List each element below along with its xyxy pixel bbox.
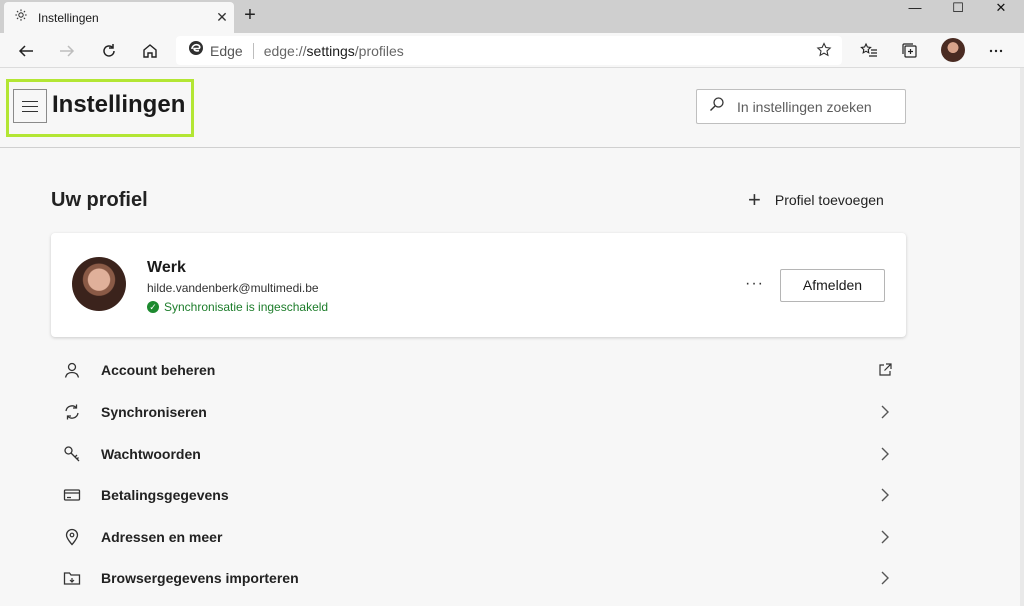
- menu-item-addresses[interactable]: Adressen en meer: [51, 517, 906, 557]
- favorites-button[interactable]: [856, 38, 882, 64]
- key-icon: [61, 443, 83, 465]
- favorite-star-icon[interactable]: [816, 42, 832, 63]
- more-dots-icon: [989, 49, 1003, 53]
- forward-arrow-icon: [60, 45, 75, 57]
- profile-card: Werk hilde.vandenberk@multimedi.be ✓ Syn…: [51, 233, 906, 337]
- menu-item-sync[interactable]: Synchroniseren: [51, 392, 906, 432]
- section-title: Uw profiel: [51, 189, 148, 211]
- settings-header: Instellingen In instellingen zoeken: [0, 68, 1024, 148]
- hamburger-line: [22, 100, 38, 102]
- plus-icon: +: [748, 187, 761, 212]
- home-icon: [143, 44, 157, 58]
- settings-search-input[interactable]: In instellingen zoeken: [696, 89, 906, 124]
- location-pin-icon: [61, 526, 83, 548]
- url-host: settings: [306, 42, 355, 59]
- settings-more-button[interactable]: [983, 38, 1009, 64]
- sync-status-text: Synchronisatie is ingeschakeld: [164, 300, 329, 314]
- menu-item-label: Adressen en meer: [101, 529, 223, 545]
- chevron-right-icon: [876, 403, 894, 421]
- chevron-right-icon: [876, 445, 894, 463]
- tab-settings[interactable]: Instellingen ✕: [4, 2, 234, 33]
- collections-icon: [902, 43, 917, 58]
- add-profile-button[interactable]: + Profiel toevoegen: [748, 187, 884, 212]
- menu-item-label: Wachtwoorden: [101, 446, 201, 462]
- close-window-button[interactable]: ✕: [981, 0, 1021, 16]
- check-circle-icon: ✓: [147, 301, 159, 313]
- maximize-button[interactable]: ☐: [938, 0, 978, 16]
- url-scheme: edge://: [263, 42, 307, 59]
- refresh-icon: [103, 44, 115, 57]
- menu-item-label: Synchroniseren: [101, 404, 207, 420]
- menu-item-label: Account beheren: [101, 362, 216, 378]
- address-url[interactable]: edge://settings/profiles: [264, 43, 404, 59]
- address-brand: Edge: [210, 42, 243, 59]
- tab-strip: Instellingen ✕ + — ☐ ✕: [0, 0, 1024, 33]
- minimize-button[interactable]: —: [895, 0, 935, 16]
- add-profile-label: Profiel toevoegen: [774, 192, 884, 208]
- chevron-right-icon: [876, 486, 894, 504]
- card-icon: [61, 484, 83, 506]
- hamburger-line: [22, 105, 38, 107]
- menu-item-import[interactable]: Browsergegevens importeren: [51, 558, 906, 598]
- menu-item-account[interactable]: Account beheren: [51, 350, 906, 390]
- back-button[interactable]: [13, 38, 39, 64]
- sync-icon: [61, 401, 83, 423]
- collections-button[interactable]: [897, 38, 923, 64]
- hamburger-line: [22, 110, 38, 112]
- new-tab-button[interactable]: +: [240, 4, 260, 28]
- profile-email: hilde.vandenberk@multimedi.be: [147, 281, 319, 295]
- address-bar[interactable]: Edge edge://settings/profiles: [176, 36, 842, 65]
- tab-title: Instellingen: [38, 10, 99, 25]
- avatar: [72, 257, 126, 311]
- sync-status: ✓ Synchronisatie is ingeschakeld: [147, 300, 328, 314]
- favorites-list-icon: [860, 42, 877, 57]
- page-title: Instellingen: [52, 91, 186, 118]
- edge-logo-icon: [188, 40, 204, 61]
- gear-icon: [14, 8, 28, 27]
- scrollbar[interactable]: [1020, 68, 1024, 606]
- refresh-button[interactable]: [96, 38, 122, 64]
- profile-more-button[interactable]: ···: [745, 275, 764, 293]
- search-placeholder: In instellingen zoeken: [737, 98, 872, 115]
- menu-item-label: Browsergegevens importeren: [101, 570, 299, 586]
- hamburger-menu-button[interactable]: [13, 89, 47, 123]
- import-folder-icon: [61, 567, 83, 589]
- home-button[interactable]: [137, 38, 163, 64]
- signout-button[interactable]: Afmelden: [780, 269, 885, 302]
- chevron-right-icon: [876, 569, 894, 587]
- search-icon: [709, 96, 725, 117]
- external-link-icon: [876, 361, 894, 379]
- url-path: /profiles: [354, 42, 404, 59]
- tab-close-icon[interactable]: ✕: [210, 9, 234, 26]
- menu-item-passwords[interactable]: Wachtwoorden: [51, 434, 906, 474]
- person-icon: [61, 359, 83, 381]
- profile-name: Werk: [147, 259, 186, 276]
- menu-item-payment[interactable]: Betalingsgegevens: [51, 475, 906, 515]
- back-arrow-icon: [18, 45, 33, 57]
- forward-button[interactable]: [54, 38, 80, 64]
- title-highlight: Instellingen: [6, 79, 194, 137]
- chevron-right-icon: [876, 528, 894, 546]
- address-separator: [252, 42, 254, 59]
- menu-item-label: Betalingsgegevens: [101, 487, 229, 503]
- profile-avatar-button[interactable]: [941, 38, 965, 62]
- navigation-bar: Edge edge://settings/profiles: [0, 33, 1024, 68]
